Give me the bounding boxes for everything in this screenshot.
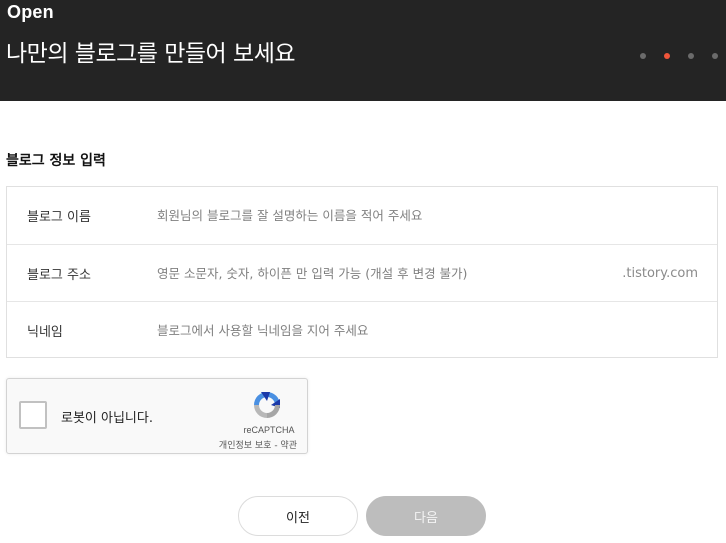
header: Open 나만의 블로그를 만들어 보세요 xyxy=(0,0,726,101)
form-row-blog-name: 블로그 이름 xyxy=(7,187,717,244)
prev-button[interactable]: 이전 xyxy=(238,496,358,536)
address-domain-suffix: .tistory.com xyxy=(622,265,698,281)
recaptcha-widget: 로봇이 아닙니다. reCAPTCHA 개인정보 보호 - 약관 xyxy=(6,378,308,454)
page-title: 나만의 블로그를 만들어 보세요 xyxy=(6,41,296,67)
step-indicator xyxy=(640,53,718,59)
brand-logo: Open xyxy=(7,2,54,22)
blog-name-input[interactable] xyxy=(157,200,627,231)
blog-address-input[interactable] xyxy=(157,258,627,288)
step-dot xyxy=(688,53,694,59)
nickname-input[interactable] xyxy=(157,315,627,345)
blog-name-label: 블로그 이름 xyxy=(27,210,91,225)
next-button[interactable]: 다음 xyxy=(366,496,486,536)
form-row-blog-address: 블로그 주소 .tistory.com xyxy=(7,244,717,301)
recaptcha-checkbox[interactable] xyxy=(19,401,47,429)
form-row-nickname: 닉네임 xyxy=(7,301,717,358)
section-title: 블로그 정보 입력 xyxy=(6,153,106,169)
step-dot-active xyxy=(664,53,670,59)
recaptcha-privacy-terms-link[interactable]: 개인정보 보호 - 약관 xyxy=(197,438,297,451)
blog-info-form: 블로그 이름 블로그 주소 .tistory.com 닉네임 xyxy=(6,186,718,358)
step-dot xyxy=(640,53,646,59)
recaptcha-label: 로봇이 아닙니다. xyxy=(61,411,153,426)
nickname-label: 닉네임 xyxy=(27,324,63,340)
recaptcha-brand: reCAPTCHA xyxy=(243,425,295,435)
recaptcha-logo-icon xyxy=(254,392,280,418)
blog-address-label: 블로그 주소 xyxy=(27,267,91,283)
step-dot xyxy=(712,53,718,59)
